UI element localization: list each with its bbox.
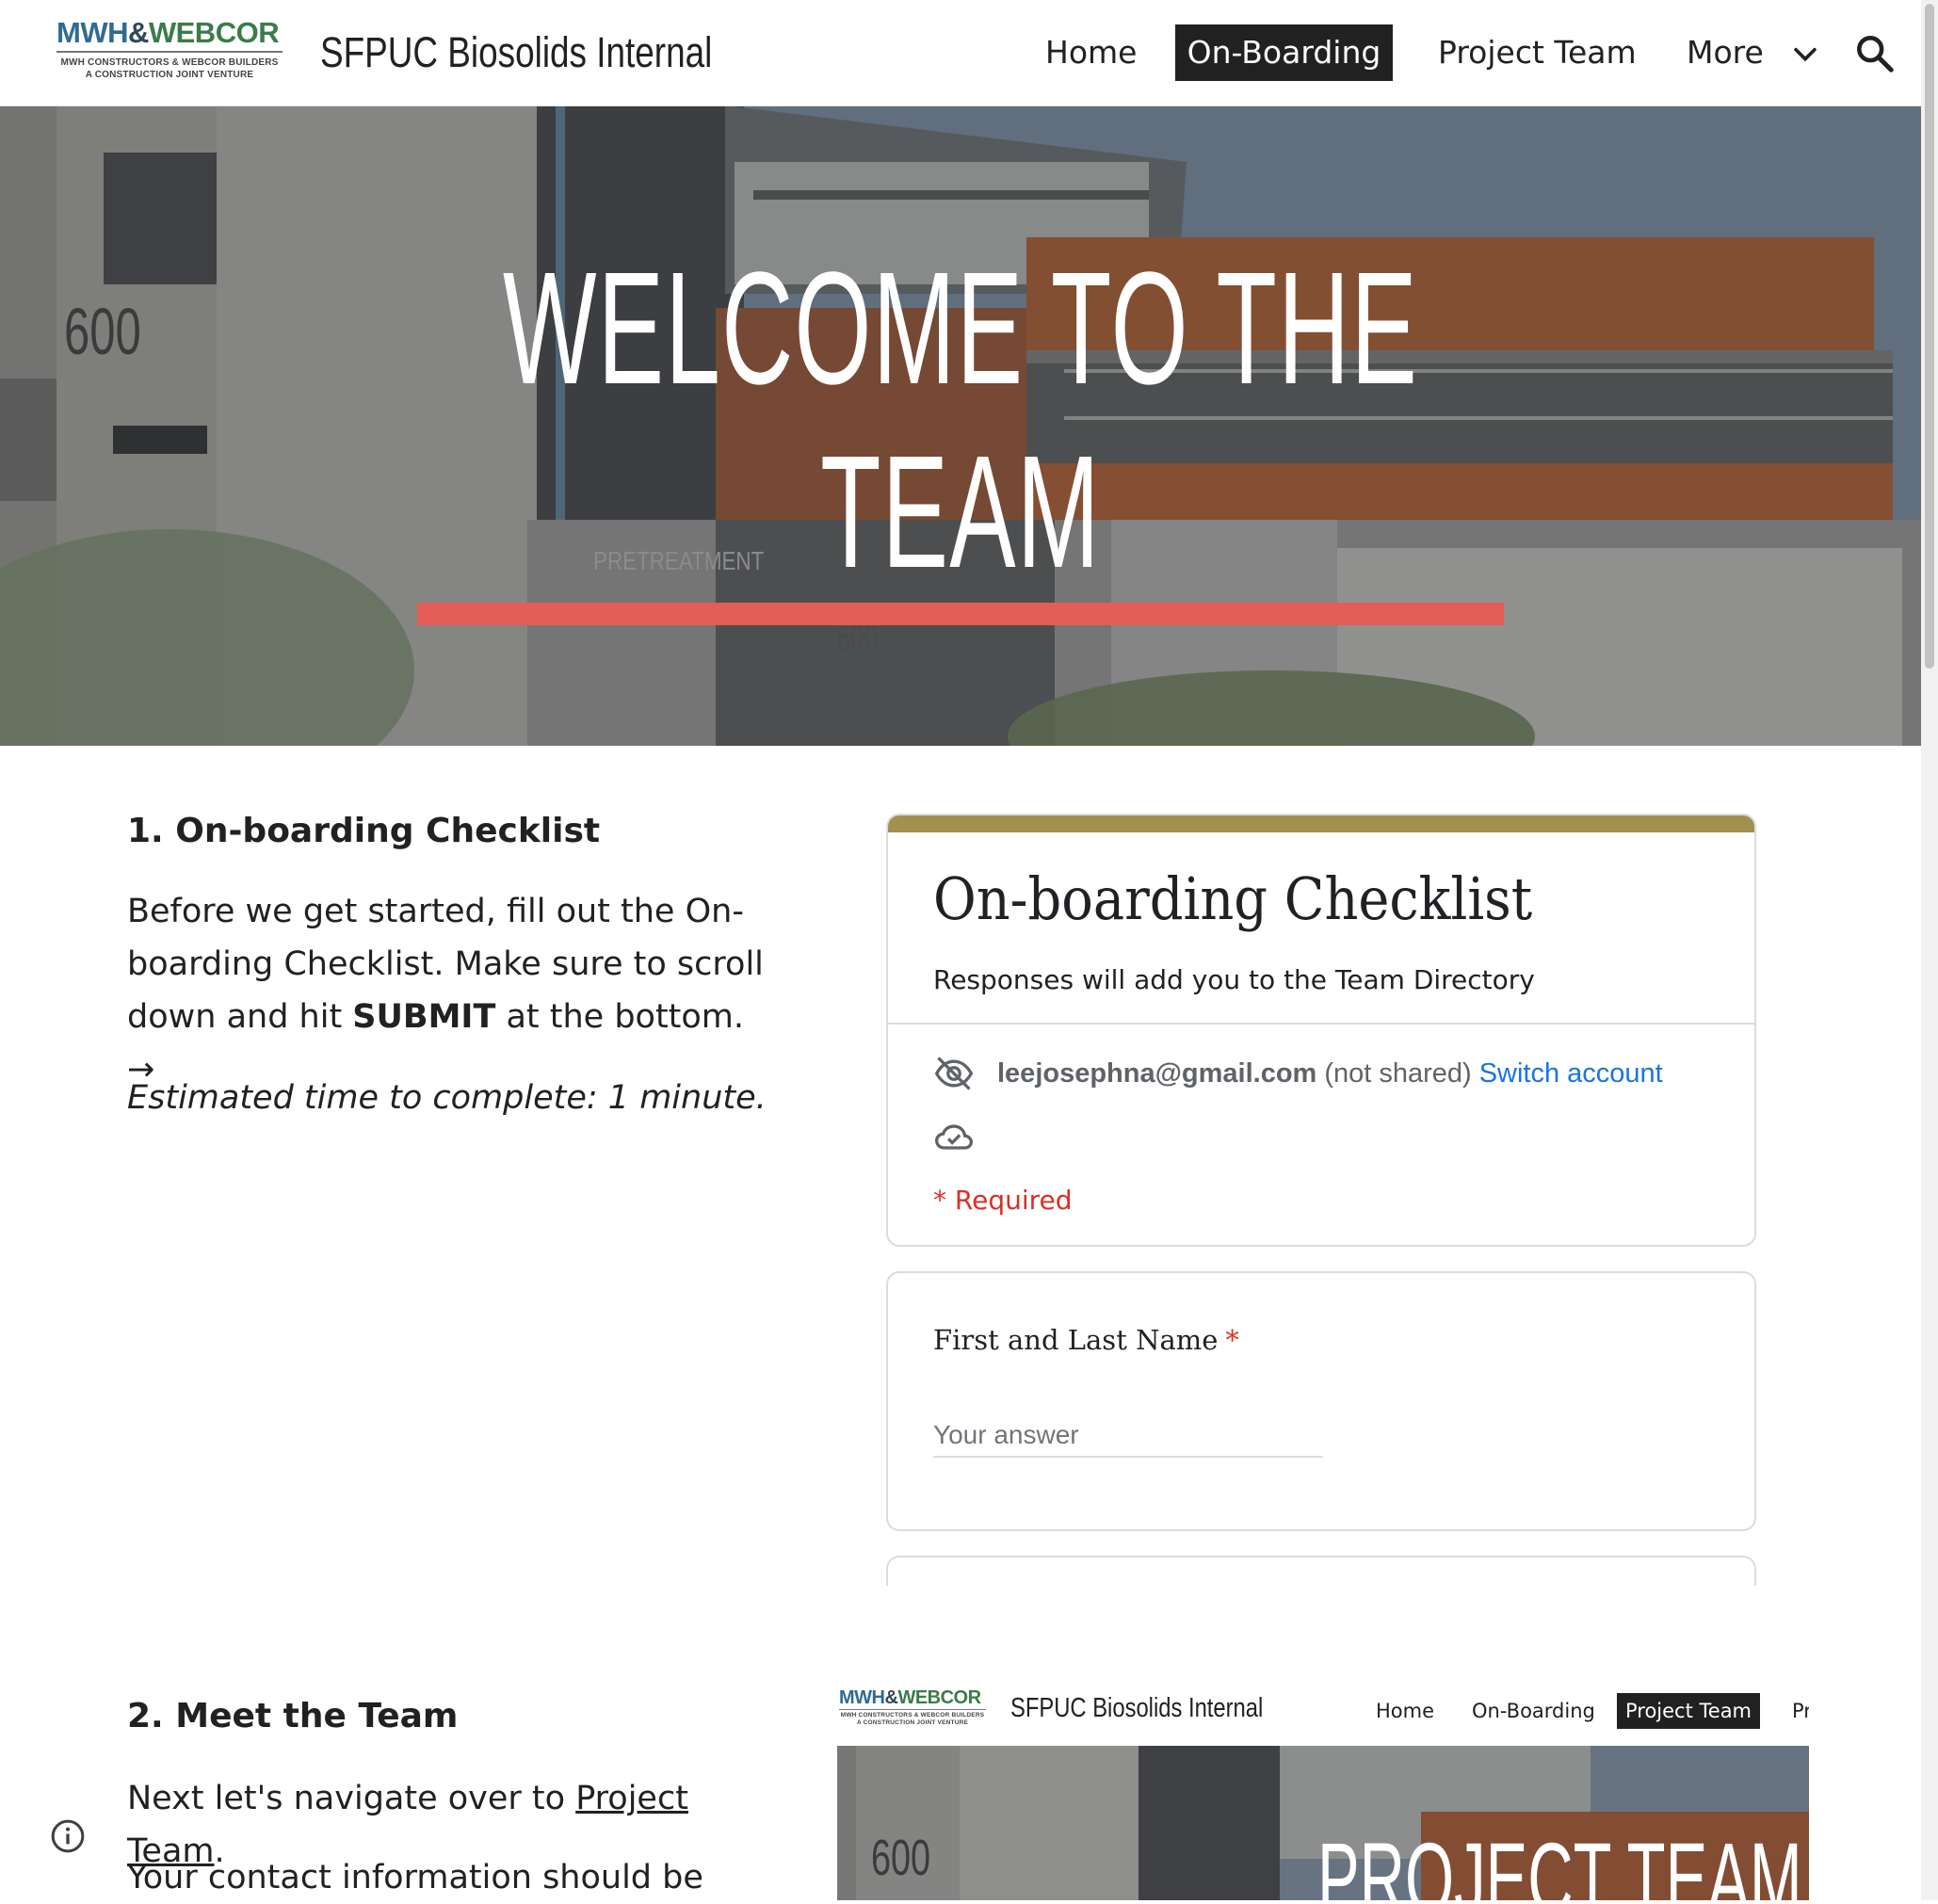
form-description: Responses will add you to the Team Direc…	[933, 964, 1535, 995]
logo-subtitle-2: A CONSTRUCTION JOINT VENTURE	[85, 70, 254, 80]
preview-hero-title: PROJECT TEAM	[1317, 1821, 1802, 1901]
form-header-card: On-boarding Checklist Responses will add…	[886, 814, 1756, 1247]
hero-accent-bar	[417, 603, 1504, 625]
logo-subtitle-1: MWH CONSTRUCTORS & WEBCOR BUILDERS	[60, 57, 279, 68]
cloud-check-icon	[935, 1124, 973, 1150]
required-note: * Required	[933, 1185, 1073, 1216]
nav-more[interactable]: More	[1687, 24, 1764, 81]
nav-home[interactable]: Home	[1045, 24, 1137, 81]
site-logo[interactable]: MWH&WEBCOR MWH CONSTRUCTORS & WEBCOR BUI…	[57, 17, 286, 89]
account-email: leejosephna@gmail.com	[997, 1057, 1317, 1089]
next-question-card	[886, 1556, 1756, 1586]
section1-instructions: Before we get started, fill out the On-b…	[127, 893, 764, 1089]
site-title[interactable]: SFPUC Biosolids Internal	[320, 28, 712, 77]
form-title: On-boarding Checklist	[933, 864, 1533, 933]
hero-title: WELCOME TO THE TEAM	[503, 239, 1418, 602]
preview-nav-partial: Pr	[1792, 1700, 1809, 1722]
section2-contact-text: Your contact information should be	[127, 1859, 703, 1896]
nav-on-boarding[interactable]: On-Boarding	[1175, 24, 1393, 81]
hero-banner: 600 600 PRETREATMENT WELCOME TO THE TEAM	[0, 105, 1921, 746]
preview-hero: 600 PROJECT TEAM	[837, 1746, 1809, 1900]
logo-wordmark: MWH&WEBCOR	[57, 16, 280, 49]
scrollbar-thumb[interactable]	[1925, 4, 1934, 669]
search-icon[interactable]	[1853, 32, 1897, 75]
eye-off-icon	[934, 1057, 974, 1090]
project-team-preview-image: MWH&WEBCOR MWH CONSTRUCTORS & WEBCOR BUI…	[837, 1676, 1809, 1900]
account-row: leejosephna@gmail.com (not shared) Switc…	[933, 1053, 1663, 1094]
chevron-down-icon[interactable]	[1789, 38, 1821, 70]
section1-estimated-time: Estimated time to complete: 1 minute.	[127, 1079, 767, 1117]
preview-nav-home: Home	[1376, 1700, 1435, 1722]
preview-building-number: 600	[871, 1830, 931, 1886]
building-number-label: 600	[64, 295, 141, 368]
preview-nav-on-boarding: On-Boarding	[1472, 1700, 1595, 1722]
site-header: MWH&WEBCOR MWH CONSTRUCTORS & WEBCOR BUI…	[0, 0, 1921, 106]
switch-account-link[interactable]: Switch account	[1479, 1058, 1663, 1089]
form-accent-bar	[888, 815, 1754, 832]
nav-project-team[interactable]: Project Team	[1438, 24, 1637, 81]
name-answer-input[interactable]	[933, 1414, 1323, 1458]
info-icon[interactable]	[49, 1817, 87, 1855]
section1-heading: 1. On-boarding Checklist	[127, 812, 601, 850]
form-divider	[888, 1023, 1754, 1025]
section2-heading: 2. Meet the Team	[127, 1697, 459, 1735]
preview-site-title: SFPUC Biosolids Internal	[1010, 1693, 1264, 1723]
preview-logo: MWH&WEBCOR MWH CONSTRUCTORS & WEBCOR BUI…	[839, 1687, 986, 1726]
question-label: First and Last Name *	[933, 1324, 1239, 1356]
question-card-name: First and Last Name *	[886, 1271, 1756, 1531]
logo-divider	[57, 51, 283, 53]
preview-nav-project-team: Project Team	[1617, 1693, 1760, 1729]
preview-header: MWH&WEBCOR MWH CONSTRUCTORS & WEBCOR BUI…	[837, 1676, 1809, 1746]
account-not-shared: (not shared)	[1324, 1057, 1472, 1089]
